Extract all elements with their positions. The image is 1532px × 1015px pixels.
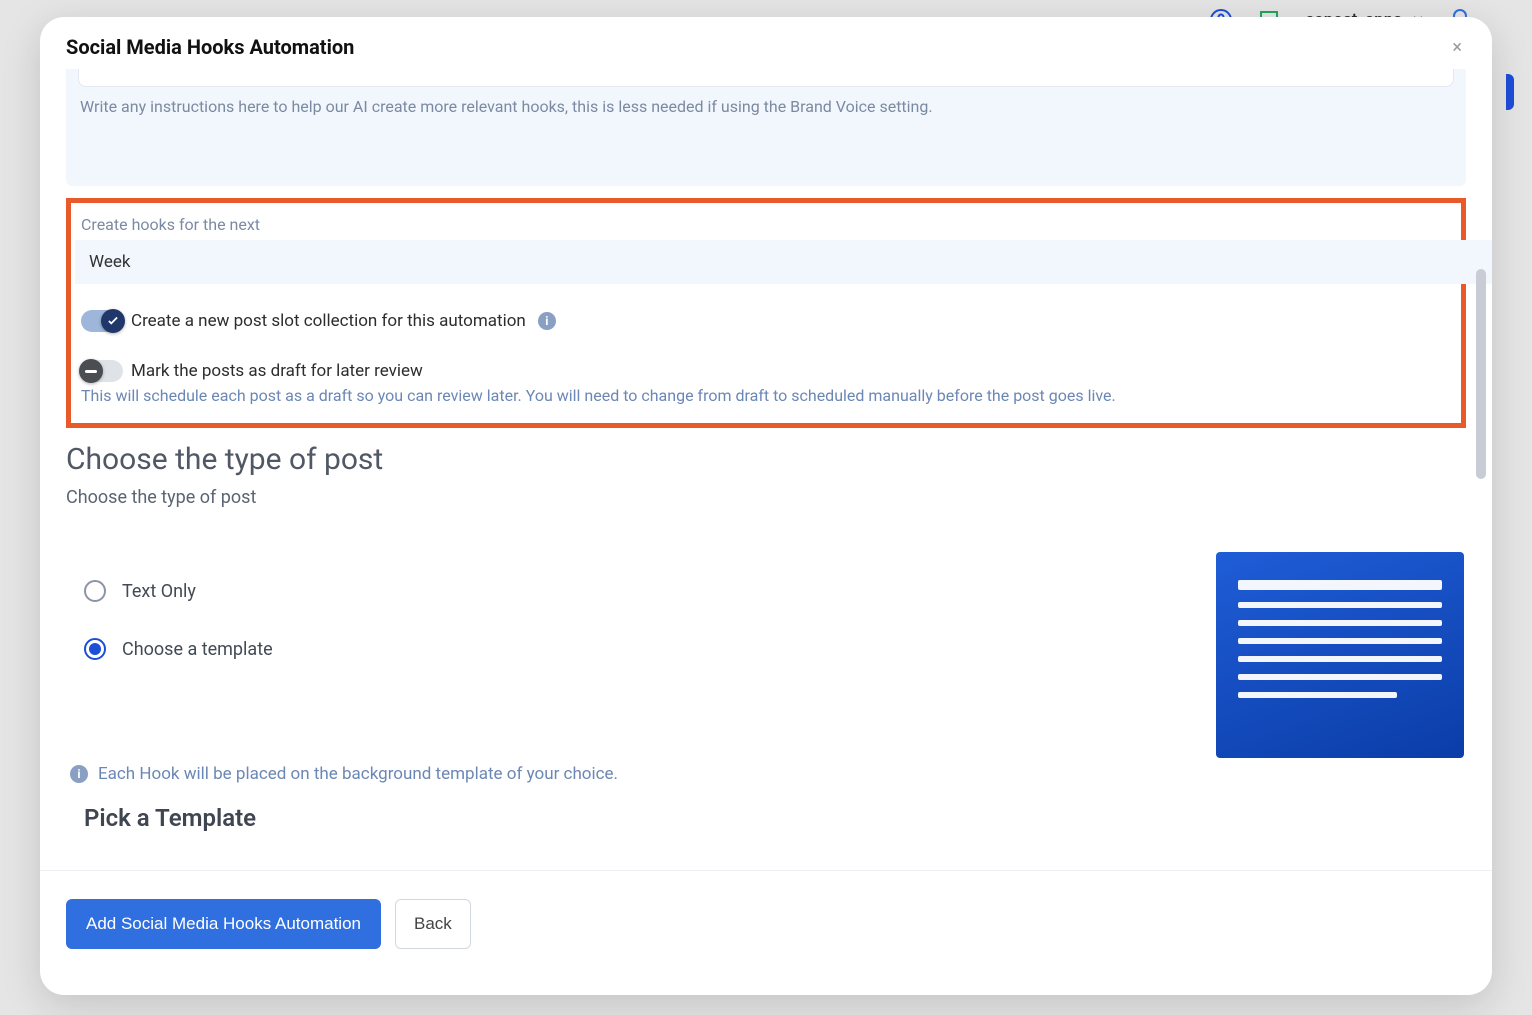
radio-choose-template-row[interactable]: Choose a template	[84, 638, 1176, 660]
toggle-mark-draft-desc: This will schedule each post as a draft …	[81, 386, 1451, 405]
pick-template-title: Pick a Template	[84, 804, 1466, 832]
back-button[interactable]: Back	[395, 899, 471, 949]
toggle-mark-draft[interactable]	[81, 360, 123, 382]
post-type-area: Text Only Choose a template	[66, 532, 1466, 758]
add-automation-button[interactable]: Add Social Media Hooks Automation	[66, 899, 381, 949]
instructions-panel: Write any instructions here to help our …	[66, 69, 1466, 186]
template-hint-row: i Each Hook will be placed on the backgr…	[66, 764, 1466, 784]
background-accent	[1506, 74, 1514, 110]
preview-line	[1238, 620, 1442, 626]
toggle-create-collection[interactable]	[81, 310, 123, 332]
radio-group: Text Only Choose a template	[66, 532, 1176, 696]
period-value: Week	[89, 252, 1492, 272]
preview-line	[1238, 602, 1442, 608]
modal-body: Write any instructions here to help our …	[40, 69, 1492, 870]
radio-choose-template[interactable]	[84, 638, 106, 660]
template-preview-card	[1216, 552, 1464, 758]
period-label: Create hooks for the next	[81, 215, 1451, 234]
period-select[interactable]: Week	[75, 240, 1492, 284]
toggle-create-collection-label: Create a new post slot collection for th…	[131, 311, 526, 331]
highlighted-settings: Create hooks for the next Week Create a …	[66, 198, 1466, 428]
radio-choose-template-label: Choose a template	[122, 639, 273, 660]
preview-line	[1238, 580, 1442, 590]
template-hint: Each Hook will be placed on the backgrou…	[98, 764, 618, 784]
modal-header: Social Media Hooks Automation ×	[40, 17, 1492, 69]
toggle-draft-row: Mark the posts as draft for later review	[81, 360, 1451, 382]
info-icon[interactable]: i	[538, 312, 556, 330]
preview-line	[1238, 674, 1442, 680]
close-icon[interactable]: ×	[1448, 35, 1466, 61]
radio-text-only-row[interactable]: Text Only	[84, 580, 1176, 602]
section-title: Choose the type of post	[66, 442, 1466, 477]
instructions-input-bottom[interactable]	[78, 69, 1454, 87]
section-subtitle: Choose the type of post	[66, 487, 1466, 508]
radio-text-only-label: Text Only	[122, 581, 196, 602]
radio-text-only[interactable]	[84, 580, 106, 602]
toggle-create-collection-row: Create a new post slot collection for th…	[81, 310, 1451, 332]
preview-line	[1238, 692, 1397, 698]
modal-title: Social Media Hooks Automation	[66, 35, 354, 59]
scrollbar[interactable]	[1476, 269, 1486, 479]
automation-modal: Social Media Hooks Automation × Write an…	[40, 17, 1492, 995]
check-icon	[101, 309, 125, 333]
preview-line	[1238, 638, 1442, 644]
modal-footer: Add Social Media Hooks Automation Back	[40, 870, 1492, 995]
instructions-hint: Write any instructions here to help our …	[78, 87, 1454, 116]
toggle-mark-draft-label: Mark the posts as draft for later review	[131, 361, 423, 381]
minus-icon	[79, 359, 103, 383]
preview-line	[1238, 656, 1442, 662]
info-icon[interactable]: i	[70, 765, 88, 783]
